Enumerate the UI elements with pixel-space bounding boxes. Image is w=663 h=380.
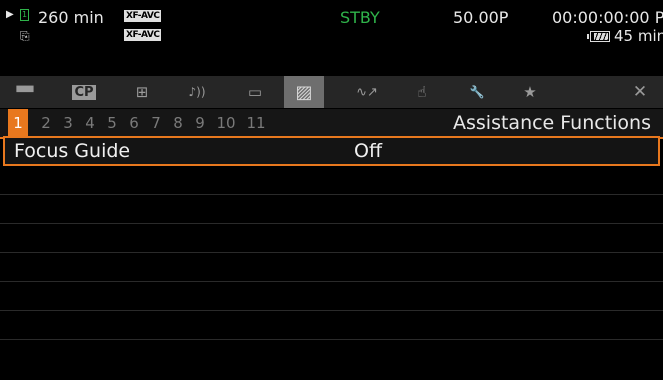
close-icon: ✕ [632, 82, 648, 102]
row-label: Focus Guide [14, 140, 131, 162]
camera-setup-tab[interactable]: ▀▀ [5, 76, 45, 108]
page-bar: 1 2 3 4 5 6 7 8 9 10 11 Assistance Funct… [0, 109, 663, 139]
custom-picture-tab[interactable]: CP [64, 76, 104, 108]
page-2[interactable]: 2 [36, 109, 56, 137]
format-badge-bottom: XF-AVC [124, 29, 162, 41]
page-9[interactable]: 9 [190, 109, 210, 137]
close-button[interactable]: ✕ [620, 76, 660, 108]
camera-icon: ▀▀ [16, 85, 34, 99]
menu-row-empty [0, 282, 663, 311]
cp-icon: CP [72, 84, 96, 100]
network-tab[interactable]: ∿↗ [347, 76, 387, 108]
menu-row-empty [0, 224, 663, 253]
wrench-icon: 🔧 [469, 85, 485, 99]
page-8[interactable]: 8 [168, 109, 188, 137]
assistance-functions-tab[interactable]: ▨ [284, 76, 324, 108]
menu-row-focus-guide[interactable]: Focus Guide Off [3, 136, 660, 166]
remaining-time: 260 min [38, 8, 104, 27]
custom-functions-tab[interactable]: ☝ [402, 76, 442, 108]
card-relay-icon: ⎘ [20, 29, 30, 43]
system-setup-tab[interactable]: 🔧 [457, 76, 497, 108]
video-setup-tab[interactable]: ▭ [235, 76, 275, 108]
menu-tab-bar: ▀▀ CP ⊞ ♪)) ▭ ▨ ∿↗ ☝ 🔧 ★ ✕ [0, 76, 663, 108]
page-7[interactable]: 7 [146, 109, 166, 137]
recording-setup-tab[interactable]: ⊞ [122, 76, 162, 108]
assistance-icon: ▨ [295, 81, 313, 103]
status-bar: ▶ 1 ⎘ 260 min XF-AVC XF-AVC STBY 50.00P … [0, 0, 663, 70]
my-menu-tab[interactable]: ★ [510, 76, 550, 108]
page-3[interactable]: 3 [58, 109, 78, 137]
timecode: 00:00:00:00 P [552, 8, 663, 27]
mode-indicator: STBY [340, 8, 380, 27]
format-badge-top: XF-AVC [124, 10, 162, 22]
menu-row-empty [0, 253, 663, 282]
star-icon: ★ [523, 83, 537, 101]
page-11[interactable]: 11 [243, 109, 269, 137]
card-slot-icon: 1 [20, 9, 29, 21]
custom-function-icon: ☝ [417, 83, 427, 101]
menu-row-empty [0, 195, 663, 224]
recording-setup-icon: ⊞ [135, 83, 149, 101]
video-icon: ▭ [247, 83, 263, 101]
menu-row-empty [0, 311, 663, 340]
play-indicator-icon: ▶ [6, 9, 14, 20]
page-6[interactable]: 6 [124, 109, 144, 137]
page-5[interactable]: 5 [102, 109, 122, 137]
menu-row-empty [0, 166, 663, 195]
network-icon: ∿↗ [356, 84, 378, 100]
page-4[interactable]: 4 [80, 109, 100, 137]
menu-title: Assistance Functions [453, 112, 651, 134]
row-value: Off [354, 140, 383, 162]
audio-icon: ♪)) [188, 85, 206, 99]
menu-row-empty [0, 340, 663, 369]
page-10[interactable]: 10 [213, 109, 239, 137]
battery-time: 45 min [614, 27, 663, 45]
page-1[interactable]: 1 [8, 109, 28, 137]
frame-rate: 50.00P [453, 8, 509, 27]
audio-setup-tab[interactable]: ♪)) [177, 76, 217, 108]
battery-icon [587, 31, 610, 42]
